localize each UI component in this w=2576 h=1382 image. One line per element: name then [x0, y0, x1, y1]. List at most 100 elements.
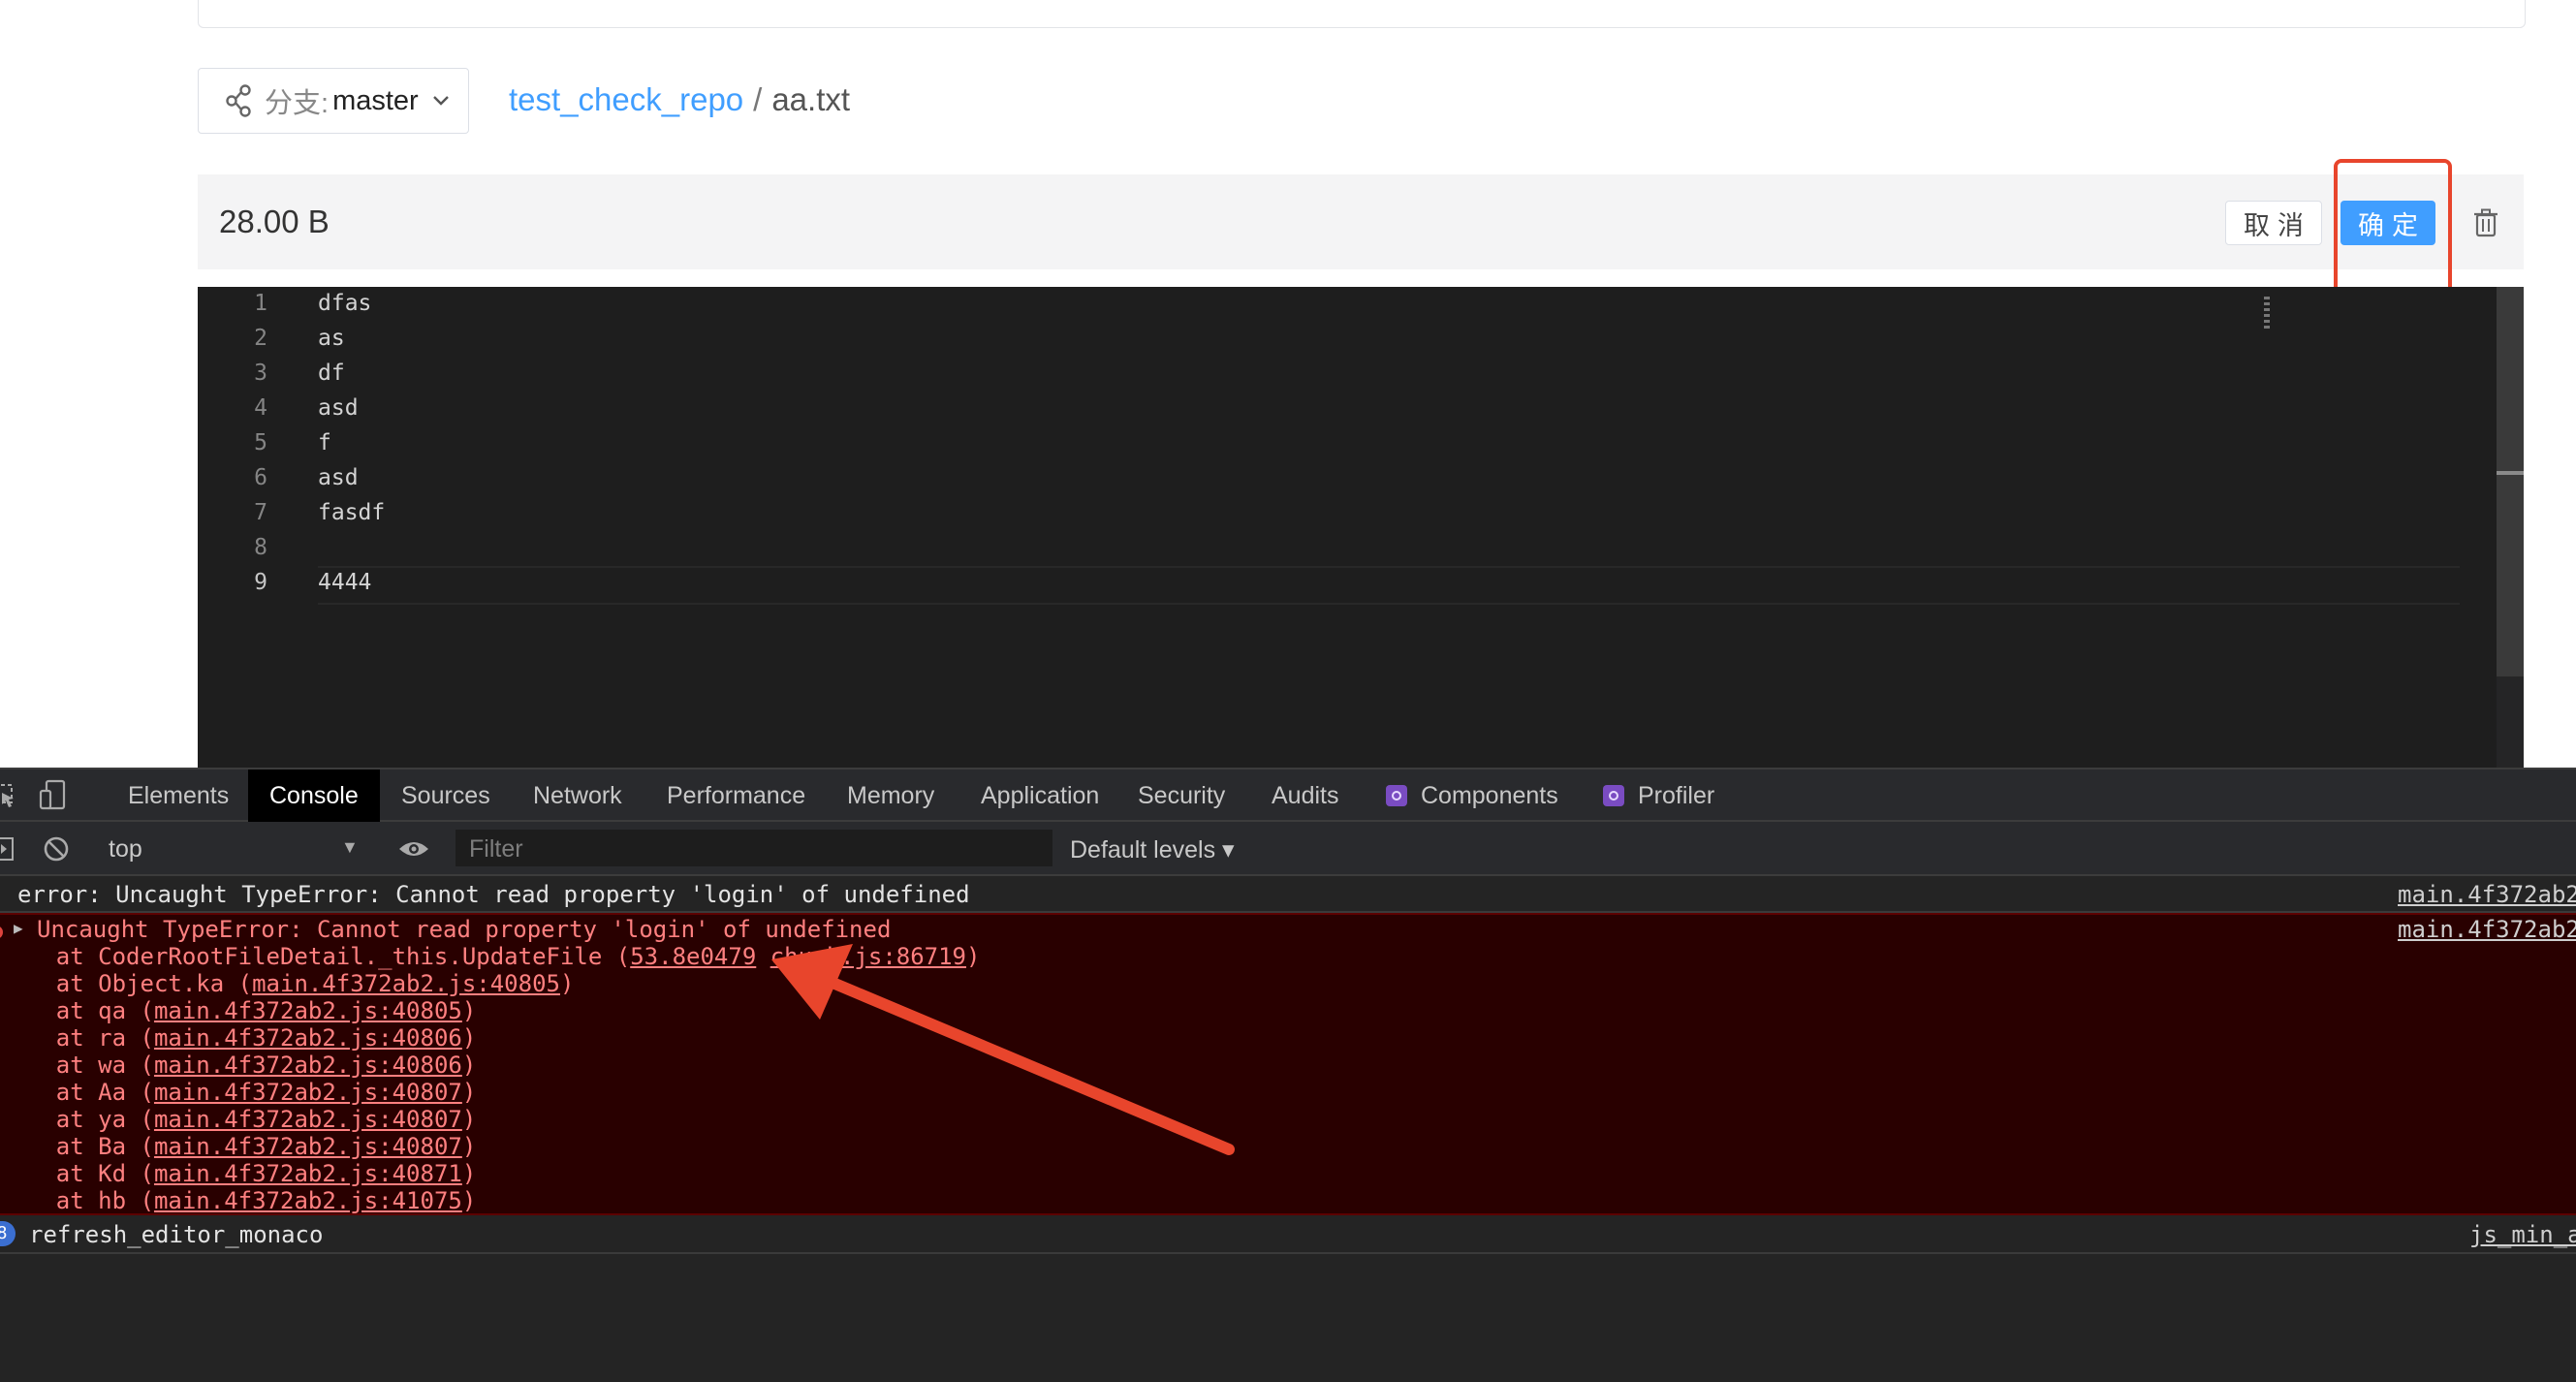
- branch-icon: [226, 84, 251, 117]
- stack-frame: at hb (main.4f372ab2.js:41075): [0, 1187, 477, 1214]
- tab-security[interactable]: Security: [1116, 770, 1246, 822]
- tab-console[interactable]: Console: [248, 770, 380, 822]
- stack-frame-text: at Kd (: [0, 1160, 154, 1187]
- log-text: refresh_editor_monaco: [29, 1221, 324, 1248]
- stack-frame-link[interactable]: main.4f372ab2.js:40805: [252, 970, 560, 997]
- stack-frame-text: ): [559, 970, 575, 997]
- code-line: asd: [318, 465, 359, 490]
- branch-label: 分支:: [265, 88, 330, 119]
- console-error-summary: error: Uncaught TypeError: Cannot read p…: [0, 876, 2576, 913]
- tab-elements[interactable]: Elements: [107, 770, 250, 822]
- stack-frame-link[interactable]: main.4f372ab2.js:40805: [154, 997, 462, 1024]
- inspect-element-icon[interactable]: [0, 781, 17, 810]
- stack-frame: at Aa (main.4f372ab2.js:40807): [0, 1079, 477, 1106]
- minimap: [2264, 297, 2270, 331]
- stack-frame: at Kd (main.4f372ab2.js:40871): [0, 1160, 477, 1187]
- log-levels-dropdown[interactable]: Default levels ▾: [1070, 835, 1235, 864]
- line-number: 3: [254, 361, 267, 386]
- console-error-message: ▶ Uncaught TypeError: Cannot read proper…: [0, 913, 2576, 1215]
- cancel-button[interactable]: 取消: [2225, 201, 2322, 245]
- tab-label: Components: [1421, 781, 1558, 809]
- stack-frame-text: ): [461, 997, 477, 1024]
- editor-scrollbar-thumb[interactable]: [2497, 287, 2524, 676]
- stack-frame-text: at Aa (: [0, 1079, 154, 1106]
- code-line: f: [318, 430, 331, 455]
- sidebar-toggle-icon[interactable]: [0, 837, 16, 861]
- tab-audits[interactable]: Audits: [1250, 770, 1360, 822]
- stack-frame-link[interactable]: main.4f372ab2.js:41075: [154, 1187, 462, 1214]
- line-number: 5: [254, 430, 267, 455]
- stack-frame-link[interactable]: main.4f372ab2.js:40806: [154, 1052, 462, 1079]
- code-editor[interactable]: 123456789 dfas as df asd f asd fasdf 4444: [198, 287, 2524, 768]
- context-selector[interactable]: top: [109, 835, 142, 864]
- breadcrumb-file: aa.txt: [771, 81, 851, 117]
- line-number: 4: [254, 395, 267, 421]
- error-summary-source-link[interactable]: main.4f372ab2: [2398, 881, 2576, 908]
- tab-label: Application: [981, 781, 1100, 809]
- annotation-highlight-box: [2334, 159, 2452, 295]
- tab-components[interactable]: Components: [1365, 770, 1580, 822]
- trash-icon[interactable]: [2473, 208, 2498, 237]
- stack-frame-text: at hb (: [0, 1187, 154, 1214]
- stack-frame-text: at ra (: [0, 1024, 154, 1052]
- stack-frame-link[interactable]: main.4f372ab2.js:40871: [154, 1160, 462, 1187]
- tab-label: Memory: [847, 781, 935, 809]
- eye-icon[interactable]: [397, 837, 430, 861]
- tab-application[interactable]: Application: [959, 770, 1120, 822]
- tab-performance[interactable]: Performance: [645, 770, 827, 822]
- stack-frame-text: ): [461, 1024, 477, 1052]
- stack-frame-text: ): [461, 1133, 477, 1160]
- stack-frame-link[interactable]: main.4f372ab2.js:40806: [154, 1024, 462, 1052]
- error-summary-text: error: Uncaught TypeError: Cannot read p…: [17, 881, 970, 908]
- branch-selector[interactable]: 分支: master: [198, 68, 469, 134]
- console-filter-input[interactable]: Filter: [456, 830, 1052, 866]
- stack-frame-text: ): [461, 1052, 477, 1079]
- stack-frame-text: ): [461, 1106, 477, 1133]
- error-title: Uncaught TypeError: Cannot read property…: [37, 916, 892, 943]
- stack-frame: at wa (main.4f372ab2.js:40806): [0, 1052, 477, 1079]
- line-number: 8: [254, 535, 267, 560]
- clear-console-icon[interactable]: [43, 835, 70, 863]
- expand-triangle-icon[interactable]: ▶: [14, 919, 23, 937]
- stack-frame-link[interactable]: main.4f372ab2.js:40807: [154, 1133, 462, 1160]
- file-size: 28.00 B: [219, 204, 330, 239]
- stack-frame-text: ): [461, 1160, 477, 1187]
- error-source-link[interactable]: main.4f372ab2: [2398, 916, 2576, 943]
- stack-frame-link[interactable]: 53.8e0479: [630, 943, 756, 970]
- code-line: fasdf: [318, 500, 386, 525]
- code-line: dfas: [318, 291, 372, 316]
- repeat-count-badge: 8: [0, 1221, 16, 1246]
- stack-frame: at Ba (main.4f372ab2.js:40807): [0, 1133, 477, 1160]
- tab-memory[interactable]: Memory: [826, 770, 956, 822]
- tab-label: Network: [533, 781, 622, 809]
- stack-frame: at ra (main.4f372ab2.js:40806): [0, 1024, 477, 1052]
- stack-frame-text: at Ba (: [0, 1133, 154, 1160]
- file-header-bar: 28.00 B: [198, 174, 2524, 269]
- breadcrumb-repo-link[interactable]: test_check_repo: [509, 81, 743, 117]
- context-dropdown-icon[interactable]: ▼: [341, 837, 359, 858]
- stack-frame-text: at qa (: [0, 997, 154, 1024]
- error-icon: [0, 927, 3, 938]
- stack-frame: at ya (main.4f372ab2.js:40807): [0, 1106, 477, 1133]
- tab-sources[interactable]: Sources: [380, 770, 512, 822]
- stack-frame-text: ): [461, 1079, 477, 1106]
- stack-frame-link[interactable]: main.4f372ab2.js:40807: [154, 1079, 462, 1106]
- tab-label: Console: [269, 781, 359, 809]
- line-number: 1: [254, 291, 267, 316]
- tab-label: Security: [1138, 781, 1226, 809]
- tab-network[interactable]: Network: [512, 770, 644, 822]
- log-source-link[interactable]: js_min_a: [2469, 1221, 2576, 1248]
- code-line: as: [318, 326, 345, 351]
- breadcrumb: test_check_repo / aa.txt: [509, 81, 850, 118]
- tab-profiler[interactable]: Profiler: [1582, 770, 1736, 822]
- stack-frame-link[interactable]: chunk.js:86719: [770, 943, 966, 970]
- line-number: 2: [254, 326, 267, 351]
- stack-frame: at Object.ka (main.4f372ab2.js:40805): [0, 970, 575, 997]
- stack-frame-text: at ya (: [0, 1106, 154, 1133]
- stack-frame-text: ): [461, 1187, 477, 1214]
- stack-frame-text: ): [966, 943, 981, 970]
- stack-frame-text: at wa (: [0, 1052, 154, 1079]
- console-toolbar: top ▼ Filter Default levels ▾: [0, 822, 2576, 876]
- stack-frame-link[interactable]: main.4f372ab2.js:40807: [154, 1106, 462, 1133]
- device-toolbar-icon[interactable]: [39, 779, 68, 812]
